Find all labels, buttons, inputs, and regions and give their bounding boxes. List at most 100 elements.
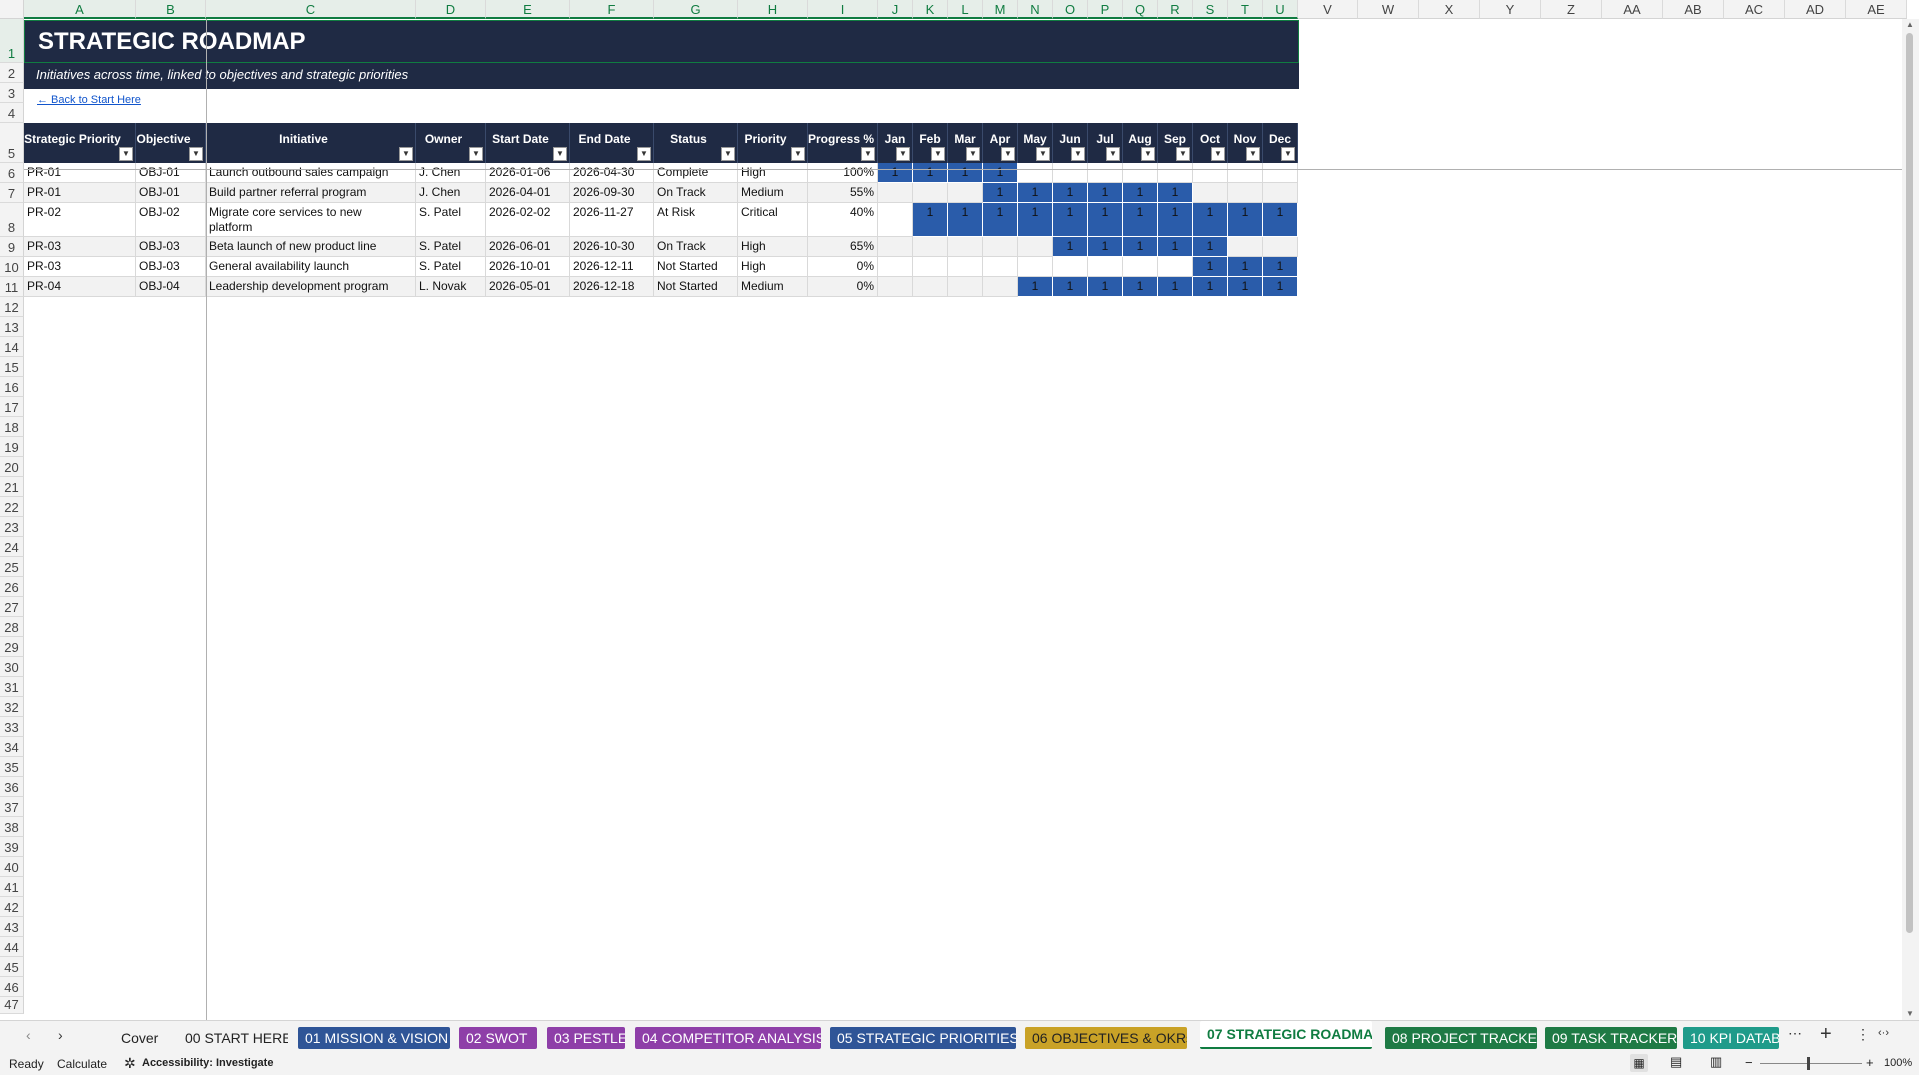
row-header[interactable]: 46 [0, 977, 24, 997]
sheet-tab[interactable]: 09 TASK TRACKER [1545, 1027, 1677, 1049]
gantt-empty-cell[interactable] [1158, 257, 1193, 277]
row-header[interactable]: 14 [0, 337, 24, 357]
gantt-empty-cell[interactable] [878, 183, 913, 203]
gantt-empty-cell[interactable] [878, 203, 913, 237]
gantt-empty-cell[interactable] [1123, 163, 1158, 183]
gantt-empty-cell[interactable] [878, 257, 913, 277]
row-header[interactable]: 34 [0, 737, 24, 757]
page-layout-view-icon[interactable]: ▤ [1670, 1054, 1682, 1070]
back-link-text[interactable]: ← Back to Start Here [37, 94, 141, 106]
table-header-cell[interactable]: Priority ▼ [738, 123, 808, 163]
table-cell-priority[interactable]: PR-04 [24, 277, 136, 297]
filter-dropdown-icon[interactable]: ▼ [791, 147, 805, 161]
scroll-up-icon[interactable]: ▲ [1906, 20, 1914, 29]
sheet-title[interactable]: STRATEGIC ROADMAP [24, 20, 1299, 63]
scroll-down-icon[interactable]: ▼ [1906, 1009, 1914, 1018]
row-header[interactable]: 39 [0, 837, 24, 857]
table-cell-objective[interactable]: OBJ-01 [136, 183, 206, 203]
table-cell-progress[interactable]: 100% [808, 163, 878, 183]
table-header-cell[interactable]: Strategic Priority ▼ [24, 123, 136, 163]
gantt-empty-cell[interactable] [1123, 257, 1158, 277]
table-cell-status[interactable]: On Track [654, 183, 738, 203]
table-cell-start[interactable]: 2026-06-01 [486, 237, 570, 257]
table-cell-progress[interactable]: 55% [808, 183, 878, 203]
sheet-tab[interactable]: 08 PROJECT TRACKER [1385, 1027, 1537, 1049]
zoom-slider[interactable] [1760, 1063, 1862, 1064]
table-cell-end[interactable]: 2026-12-11 [570, 257, 654, 277]
gantt-empty-cell[interactable] [1228, 163, 1263, 183]
row-header[interactable]: 27 [0, 597, 24, 617]
row-header[interactable]: 22 [0, 497, 24, 517]
gantt-empty-cell[interactable] [1018, 237, 1053, 257]
table-cell-owner[interactable]: J. Chen [416, 183, 486, 203]
table-cell-initiative[interactable]: Build partner referral program [206, 183, 416, 203]
table-cell-status[interactable]: Complete [654, 163, 738, 183]
table-cell-end[interactable]: 2026-12-18 [570, 277, 654, 297]
column-header[interactable]: J [878, 0, 913, 19]
gantt-bar-cell[interactable]: 1 [983, 203, 1018, 237]
gantt-bar-cell[interactable]: 1 [1018, 203, 1053, 237]
gantt-empty-cell[interactable] [913, 257, 948, 277]
sheet-tab[interactable]: 03 PESTLE [547, 1027, 625, 1049]
row-header[interactable]: 45 [0, 957, 24, 977]
column-header[interactable]: I [808, 0, 878, 19]
gantt-bar-cell[interactable]: 1 [1228, 203, 1263, 237]
column-header[interactable]: K [913, 0, 948, 19]
table-header-cell[interactable]: Nov ▼ [1228, 123, 1263, 163]
gantt-empty-cell[interactable] [1088, 257, 1123, 277]
table-cell-owner[interactable]: S. Patel [416, 237, 486, 257]
filter-dropdown-icon[interactable]: ▼ [553, 147, 567, 161]
table-header-cell[interactable]: Objective ▼ [136, 123, 206, 163]
row-header[interactable]: 47 [0, 997, 24, 1014]
table-cell-owner[interactable]: S. Patel [416, 203, 486, 237]
column-header[interactable]: AA [1602, 0, 1663, 19]
gantt-bar-cell[interactable]: 1 [1228, 257, 1263, 277]
calculate-button[interactable]: Calculate [57, 1057, 107, 1071]
gantt-bar-cell[interactable]: 1 [1053, 203, 1088, 237]
gantt-empty-cell[interactable] [913, 277, 948, 297]
row-header[interactable]: 37 [0, 797, 24, 817]
gantt-empty-cell[interactable] [1018, 257, 1053, 277]
next-sheet-icon[interactable]: › [58, 1027, 63, 1043]
column-header[interactable]: D [416, 0, 486, 19]
back-to-start-link[interactable]: ← Back to Start Here [37, 90, 207, 108]
gantt-bar-cell[interactable]: 1 [913, 203, 948, 237]
table-cell-owner[interactable]: J. Chen [416, 163, 486, 183]
row-header[interactable]: 13 [0, 317, 24, 337]
sheet-tab[interactable]: 04 COMPETITOR ANALYSIS [635, 1027, 821, 1049]
gantt-empty-cell[interactable] [1193, 163, 1228, 183]
row-header[interactable]: 28 [0, 617, 24, 637]
column-header[interactable]: P [1088, 0, 1123, 19]
filter-dropdown-icon[interactable]: ▼ [189, 147, 203, 161]
table-cell-initiative[interactable]: Beta launch of new product line [206, 237, 416, 257]
filter-dropdown-icon[interactable]: ▼ [399, 147, 413, 161]
table-header-cell[interactable]: Jun ▼ [1053, 123, 1088, 163]
row-header[interactable]: 26 [0, 577, 24, 597]
gantt-bar-cell[interactable]: 1 [1263, 257, 1298, 277]
gantt-empty-cell[interactable] [1088, 163, 1123, 183]
gantt-empty-cell[interactable] [948, 257, 983, 277]
column-header[interactable]: T [1228, 0, 1263, 19]
gantt-empty-cell[interactable] [1263, 183, 1298, 203]
gantt-empty-cell[interactable] [983, 257, 1018, 277]
row-header[interactable]: 33 [0, 717, 24, 737]
gantt-bar-cell[interactable]: 1 [1018, 277, 1053, 297]
gantt-empty-cell[interactable] [1158, 163, 1193, 183]
filter-dropdown-icon[interactable]: ▼ [637, 147, 651, 161]
column-header[interactable]: AB [1663, 0, 1724, 19]
table-cell-priority[interactable]: PR-02 [24, 203, 136, 237]
gantt-bar-cell[interactable]: 1 [1088, 183, 1123, 203]
more-sheets-icon[interactable]: ⋯ [1788, 1025, 1803, 1042]
column-header[interactable]: A [24, 0, 136, 19]
filter-dropdown-icon[interactable]: ▼ [931, 147, 945, 161]
filter-dropdown-icon[interactable]: ▼ [1036, 147, 1050, 161]
filter-dropdown-icon[interactable]: ▼ [1106, 147, 1120, 161]
filter-dropdown-icon[interactable]: ▼ [896, 147, 910, 161]
table-header-cell[interactable]: Start Date ▼ [486, 123, 570, 163]
column-header[interactable]: O [1053, 0, 1088, 19]
filter-dropdown-icon[interactable]: ▼ [721, 147, 735, 161]
column-header[interactable]: Y [1480, 0, 1541, 19]
column-header[interactable]: M [983, 0, 1018, 19]
table-cell-end[interactable]: 2026-04-30 [570, 163, 654, 183]
prev-sheet-icon[interactable]: ‹ [26, 1027, 31, 1043]
